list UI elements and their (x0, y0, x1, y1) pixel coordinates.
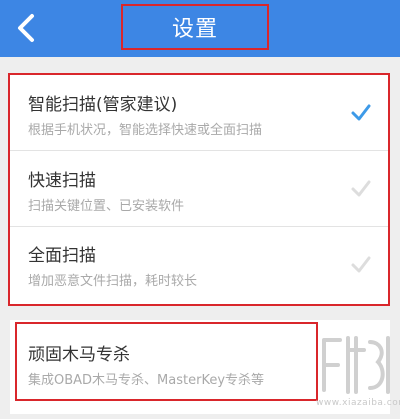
header-bar: 设置 (0, 0, 400, 57)
scan-option-title: 全面扫描 (28, 246, 96, 266)
check-selected-icon (351, 104, 371, 121)
scan-mode-group: 智能扫描(管家建议) 根据手机状况，智能选择快速或全面扫描 快速扫描 扫描关键位… (10, 74, 390, 304)
chevron-left-icon (18, 14, 34, 42)
scan-option-subtitle: 增加恶意文件扫描，耗时较长 (28, 274, 198, 289)
trojan-kill-title: 顽固木马专杀 (28, 345, 130, 365)
title-highlight: 设置 (121, 4, 269, 50)
scan-option-full[interactable]: 全面扫描 增加恶意文件扫描，耗时较长 (10, 227, 390, 304)
scan-option-title: 智能扫描(管家建议) (28, 95, 178, 115)
scan-option-subtitle: 扫描关键位置、已安装软件 (28, 199, 185, 214)
watermark-logo (322, 336, 390, 394)
scan-option-smart[interactable]: 智能扫描(管家建议) 根据手机状况，智能选择快速或全面扫描 (10, 74, 390, 151)
check-unselected-icon (351, 180, 371, 197)
back-button[interactable] (6, 8, 46, 48)
trojan-kill-subtitle: 集成OBAD木马专杀、MasterKey专杀等 (28, 373, 265, 388)
check-unselected-icon (351, 256, 371, 273)
watermark-text: www.xiazaiba.com (316, 398, 400, 408)
scan-option-title: 快速扫描 (28, 171, 96, 191)
page-title: 设置 (171, 17, 218, 42)
scan-option-subtitle: 根据手机状况，智能选择快速或全面扫描 (28, 123, 263, 138)
scan-option-quick[interactable]: 快速扫描 扫描关键位置、已安装软件 (10, 151, 390, 227)
